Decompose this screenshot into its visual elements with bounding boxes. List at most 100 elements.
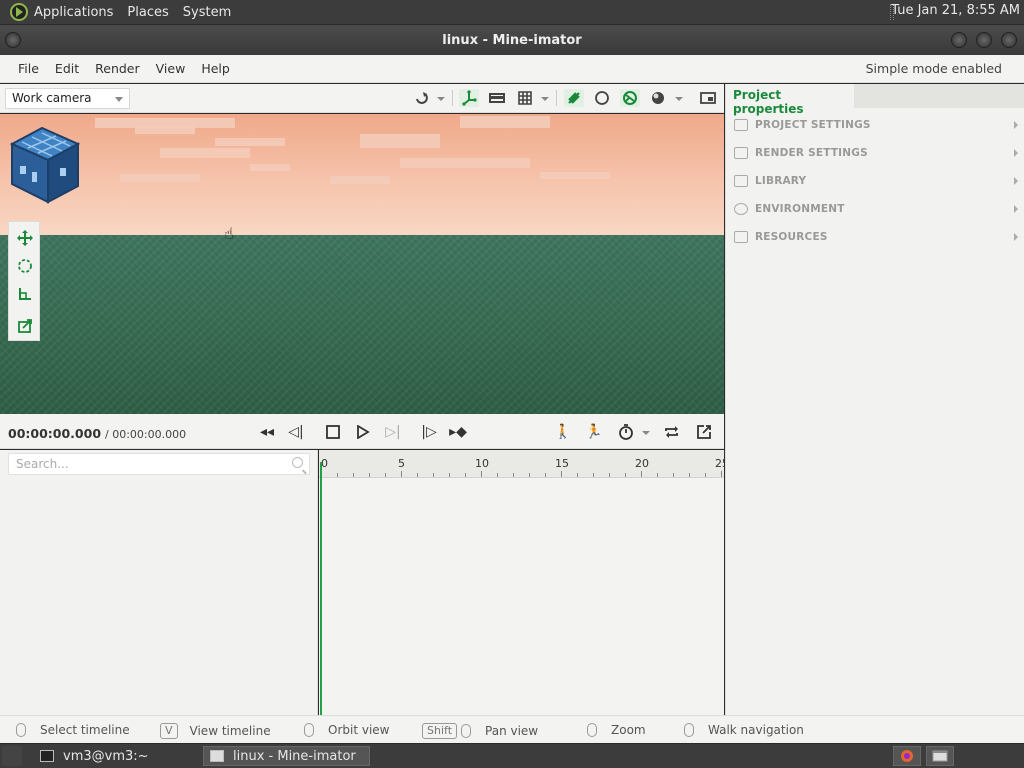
close-button[interactable]	[1001, 32, 1017, 48]
properties-tabbar: Project properties	[726, 84, 1024, 116]
ruler-tick	[577, 473, 578, 477]
window-menu-button[interactable]	[5, 32, 21, 48]
toolbar-separator	[452, 90, 453, 106]
chevron-down-icon[interactable]	[437, 97, 445, 101]
cloud	[540, 172, 610, 179]
section-library[interactable]: LIBRARY	[734, 171, 1018, 191]
section-project-settings[interactable]: PROJECT SETTINGS	[734, 115, 1018, 135]
playhead[interactable]	[320, 462, 322, 715]
chevron-down-icon[interactable]	[541, 97, 549, 101]
section-resources[interactable]: RESOURCES	[734, 227, 1018, 247]
grid-icon[interactable]	[515, 89, 535, 107]
stop-icon[interactable]	[323, 422, 343, 442]
simple-mode-status[interactable]: Simple mode enabled	[866, 61, 1002, 76]
transform-gizmo-icon[interactable]	[459, 89, 479, 107]
window-list-icon[interactable]	[926, 746, 954, 766]
ruler-tick	[641, 471, 642, 477]
applications-menu[interactable]: Applications	[34, 5, 113, 20]
camera-icon	[734, 147, 748, 159]
scale-icon[interactable]	[15, 284, 35, 304]
loop-icon[interactable]	[662, 422, 682, 442]
timecode: 00:00:00.000 / 00:00:00.000	[8, 426, 186, 441]
places-menu[interactable]: Places	[127, 5, 168, 20]
ground-plane	[0, 235, 724, 414]
play-range-icon[interactable]: ▷|	[383, 422, 403, 442]
hint-walk-navigation: Walk navigation	[684, 723, 804, 737]
timeline-controls: 00:00:00.000 / 00:00:00.000 ◂◂ ◁| ▷| |▷ …	[0, 414, 724, 449]
chevron-right-icon	[1014, 121, 1018, 129]
task-label: vm3@vm3:~	[63, 748, 149, 764]
hint-label: Zoom	[611, 723, 646, 737]
hint-select-timeline: Select timeline	[16, 723, 130, 737]
cloud	[460, 116, 550, 128]
terminal-icon	[40, 750, 54, 762]
timeline-track-area[interactable]: 0 5 10 15 20 25	[319, 450, 729, 715]
run-icon[interactable]: 🏃	[584, 422, 604, 442]
ruler-tick	[545, 473, 546, 477]
jump-end-icon[interactable]: ▸◆	[448, 422, 468, 442]
walk-icon[interactable]: 🚶	[553, 422, 573, 442]
cloud	[135, 126, 195, 134]
hand-cursor-icon: ☝	[224, 224, 234, 243]
cloud	[215, 138, 285, 146]
3d-viewport[interactable]: ☝	[0, 114, 724, 414]
chevron-down-icon[interactable]	[642, 431, 650, 435]
prev-frame-icon[interactable]: ◁|	[286, 422, 306, 442]
section-render-settings[interactable]: RENDER SETTINGS	[734, 143, 1018, 163]
timeline-tree-panel[interactable]: Search...	[0, 450, 318, 715]
render-sphere-icon[interactable]	[620, 89, 640, 107]
menu-render[interactable]: Render	[95, 61, 140, 76]
view-cube-icon[interactable]	[8, 124, 82, 204]
minimize-button[interactable]	[951, 32, 967, 48]
camera-select[interactable]: Work camera	[5, 88, 130, 109]
library-icon	[734, 175, 748, 187]
cloud	[360, 134, 440, 148]
jump-start-icon[interactable]: ◂◂	[257, 422, 277, 442]
menu-view[interactable]: View	[156, 61, 186, 76]
play-icon[interactable]	[353, 422, 373, 442]
ruler-tick	[609, 473, 610, 477]
show-desktop-icon[interactable]	[2, 746, 22, 766]
total-time: / 00:00:00.000	[105, 428, 187, 441]
timer-icon[interactable]	[616, 422, 636, 442]
task-mine-imator[interactable]: linux - Mine-imator	[203, 746, 370, 766]
menu-help[interactable]: Help	[201, 61, 230, 76]
ruler-label: 10	[475, 457, 489, 470]
timeline-ruler[interactable]: 0 5 10 15 20 25	[319, 450, 729, 478]
picture-in-picture-icon[interactable]	[698, 89, 718, 107]
hint-label: Walk navigation	[708, 723, 804, 737]
menu-file[interactable]: File	[18, 61, 39, 76]
particles-icon[interactable]	[564, 89, 584, 107]
circle-icon[interactable]	[592, 89, 612, 107]
chevron-down-icon[interactable]	[675, 97, 683, 101]
ruler-tick	[625, 473, 626, 477]
shading-icon[interactable]	[648, 89, 668, 107]
ruler-label: 0	[321, 457, 328, 470]
window-titlebar[interactable]: linux - Mine-imator	[0, 25, 1024, 55]
bend-icon[interactable]	[15, 316, 35, 336]
tab-project-properties[interactable]: Project properties	[726, 84, 854, 116]
snap-icon[interactable]	[412, 89, 432, 107]
timeline-search-input[interactable]: Search...	[8, 453, 310, 475]
maximize-button[interactable]	[976, 32, 992, 48]
search-placeholder: Search...	[16, 457, 69, 471]
properties-panel: Project properties PROJECT SETTINGS REND…	[725, 84, 1024, 715]
move-icon[interactable]	[15, 228, 35, 248]
ruler-tick	[417, 473, 418, 477]
next-frame-icon[interactable]: |▷	[419, 422, 439, 442]
section-environment[interactable]: ENVIRONMENT	[734, 199, 1018, 219]
view-bar-icon[interactable]	[487, 89, 507, 107]
system-menu[interactable]: System	[183, 5, 231, 20]
rotate-icon[interactable]	[15, 256, 35, 276]
cloud	[330, 176, 390, 184]
menu-edit[interactable]: Edit	[55, 61, 79, 76]
ruler-tick	[465, 473, 466, 477]
clock[interactable]: Tue Jan 21, 8:55 AM	[891, 3, 1020, 18]
hint-view-timeline: V View timeline	[160, 723, 271, 739]
hint-label: Pan view	[485, 724, 539, 738]
popout-icon[interactable]	[694, 422, 714, 442]
app-menubar: File Edit Render View Help Simple mode e…	[0, 55, 1024, 83]
firefox-icon[interactable]	[893, 746, 921, 766]
distro-logo-icon[interactable]	[10, 3, 28, 21]
task-terminal[interactable]: vm3@vm3:~	[34, 746, 198, 766]
